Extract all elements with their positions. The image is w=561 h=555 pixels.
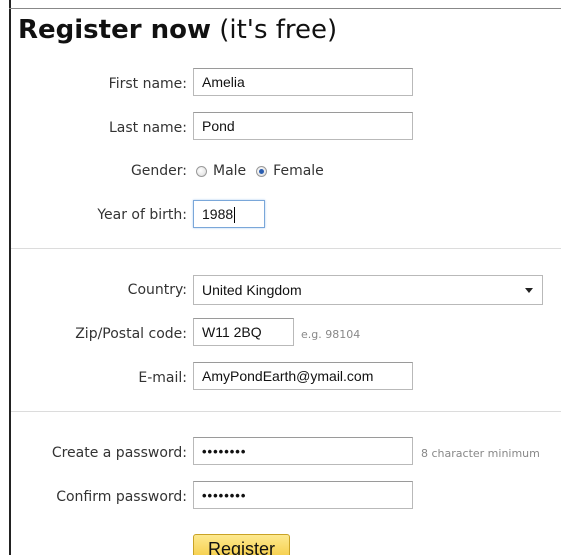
year-of-birth-input[interactable]: 1988 <box>193 200 265 228</box>
frame-left-border <box>9 0 11 555</box>
title-subtitle: (it's free) <box>219 15 338 45</box>
year-of-birth-value: 1988 <box>202 206 234 222</box>
first-name-label: First name: <box>108 76 187 92</box>
confirm-password-label: Confirm password: <box>56 489 187 505</box>
password-input[interactable]: •••••••• <box>193 437 413 465</box>
zip-label: Zip/Postal code: <box>75 326 187 342</box>
text-caret <box>234 207 236 224</box>
gender-female-label[interactable]: Female <box>273 163 324 179</box>
password-hint: 8 character minimum <box>421 447 540 460</box>
year-of-birth-label: Year of birth: <box>97 207 187 223</box>
gender-label: Gender: <box>130 163 187 179</box>
last-name-input[interactable]: Pond <box>193 112 413 140</box>
gender-radio-group: Male Female <box>196 161 334 181</box>
first-name-input[interactable]: Amelia <box>193 68 413 96</box>
section-divider-2 <box>11 411 561 412</box>
confirm-password-value: •••••••• <box>202 488 247 503</box>
first-name-value: Amelia <box>202 74 245 90</box>
email-value: AmyPondEarth@ymail.com <box>202 368 374 384</box>
gender-male-label[interactable]: Male <box>213 163 246 179</box>
dropdown-arrow-icon <box>525 288 533 293</box>
registration-page: Register now (it's free) First name: Ame… <box>0 0 561 555</box>
email-label: E-mail: <box>138 370 187 386</box>
zip-hint: e.g. 98104 <box>301 328 361 341</box>
confirm-password-input[interactable]: •••••••• <box>193 481 413 509</box>
gender-female-radio[interactable] <box>256 165 268 177</box>
zip-input[interactable]: W11 2BQ <box>193 318 294 346</box>
frame-top-border <box>9 8 561 9</box>
title-bold: Register now <box>18 15 211 45</box>
page-title: Register now (it's free) <box>18 14 337 46</box>
section-divider-1 <box>11 248 561 249</box>
country-select[interactable]: United Kingdom <box>193 275 543 305</box>
password-label: Create a password: <box>51 445 187 461</box>
zip-value: W11 2BQ <box>202 324 262 340</box>
password-value: •••••••• <box>202 444 247 459</box>
register-button[interactable]: Register <box>193 534 290 555</box>
country-label: Country: <box>127 282 187 298</box>
last-name-value: Pond <box>202 118 235 134</box>
email-input[interactable]: AmyPondEarth@ymail.com <box>193 362 413 390</box>
gender-male-radio[interactable] <box>196 165 207 177</box>
last-name-label: Last name: <box>108 120 187 136</box>
country-value: United Kingdom <box>202 282 302 298</box>
